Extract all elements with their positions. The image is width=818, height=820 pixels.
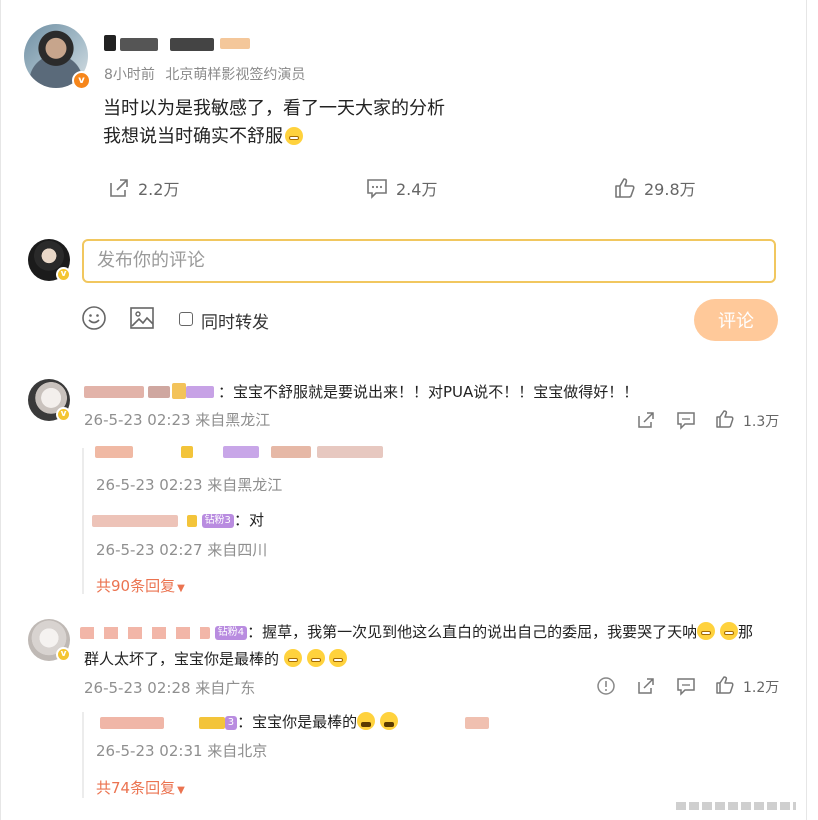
fan-level-badge: 钻粉3	[201, 513, 234, 528]
vip-badge-icon: v	[56, 267, 71, 282]
like-button[interactable]: 29.8万	[614, 176, 696, 200]
reply-text: 3 ：宝宝你是最棒的	[100, 709, 489, 735]
image-icon[interactable]	[129, 305, 155, 331]
vip-badge-icon: v	[56, 407, 71, 422]
post-time: 8小时前	[104, 67, 155, 83]
post-source: 北京萌样影视签约演员	[165, 67, 306, 83]
reply-meta: 26-5-23 02:23 来自黑龙江	[96, 476, 283, 494]
comment-icon	[367, 179, 387, 199]
reply-icon[interactable]	[676, 410, 696, 430]
repost-icon	[110, 179, 128, 197]
laugh-cry-emoji-icon	[719, 622, 738, 640]
view-more-replies-link[interactable]: 共90条回复 ▼	[96, 575, 185, 596]
post-meta: 8小时前 北京萌样影视签约演员	[104, 64, 305, 84]
laugh-cry-emoji-icon	[697, 622, 716, 640]
crying-emoji-icon	[357, 712, 376, 730]
thumbs-up-icon	[615, 178, 635, 198]
reply-meta: 26-5-23 02:31 来自北京	[96, 742, 268, 760]
laugh-cry-emoji-icon	[306, 649, 325, 667]
report-icon[interactable]	[596, 676, 616, 696]
verified-badge-icon: v	[72, 71, 91, 90]
share-icon[interactable]	[636, 410, 656, 430]
caret-down-icon: ▼	[177, 583, 185, 594]
comment-meta: 26-5-23 02:23 来自黑龙江	[84, 411, 271, 429]
caret-down-icon: ▼	[177, 785, 185, 796]
vip-badge-icon: v	[56, 647, 71, 662]
reply-icon[interactable]	[676, 676, 696, 696]
laugh-cry-emoji-icon	[329, 649, 348, 667]
reply-thread-line	[82, 448, 84, 594]
thumbs-up-icon[interactable]	[715, 409, 735, 429]
grin-emoji-icon	[285, 127, 303, 145]
like-count: 29.8万	[644, 180, 696, 199]
repost-checkbox[interactable]	[179, 312, 193, 326]
commenter-name[interactable]	[84, 383, 216, 401]
comment-button[interactable]: 2.4万	[366, 176, 437, 200]
comment-text-line2: 群人太坏了，宝宝你是最棒的	[84, 646, 348, 672]
comment-meta: 26-5-23 02:28 来自广东	[84, 679, 256, 697]
thumbs-up-icon[interactable]	[715, 675, 735, 695]
post-line-2: 我想说当时确实不舒服	[103, 123, 445, 151]
emoji-icon[interactable]	[81, 305, 107, 331]
view-more-replies-link[interactable]: 共74条回复 ▼	[96, 777, 185, 798]
comment-count: 2.4万	[396, 180, 438, 199]
reply-author-name[interactable]	[95, 444, 385, 460]
reply-author-name[interactable]	[100, 716, 164, 729]
reply-author-name[interactable]	[92, 514, 178, 527]
commenter-name[interactable]	[80, 626, 210, 639]
comment-like-count: 1.2万	[743, 680, 780, 696]
repost-button[interactable]: 2.2万	[108, 176, 179, 200]
reply-text: 钻粉3 ：对	[92, 507, 264, 533]
comment-input[interactable]: 发布你的评论	[82, 239, 776, 283]
post-body: 当时以为是我敏感了，看了一天大家的分析 我想说当时确实不舒服	[103, 95, 445, 151]
comment-text: ：宝宝不舒服就是要说出来！！对PUA说不！！宝宝做得好！！	[218, 383, 639, 401]
post-line-1: 当时以为是我敏感了，看了一天大家的分析	[103, 98, 445, 119]
reply-meta: 26-5-23 02:27 来自四川	[96, 541, 268, 559]
comment-text: 钻粉4 ：握草，我第一次见到他这么直白的说出自己的委屈，我要哭了天呐 那	[80, 619, 753, 645]
fan-level-badge: 3	[224, 715, 238, 730]
crying-emoji-icon	[379, 712, 398, 730]
repost-count: 2.2万	[138, 180, 180, 199]
submit-comment-button[interactable]: 评论	[694, 299, 778, 341]
post-author-name[interactable]	[104, 33, 250, 53]
share-icon[interactable]	[636, 676, 656, 696]
watermark-blur	[676, 798, 796, 812]
repost-checkbox-label: 同时转发	[201, 313, 269, 333]
laugh-cry-emoji-icon	[283, 649, 302, 667]
reply-thread-line	[82, 712, 84, 798]
comment-like-count: 1.3万	[743, 414, 780, 430]
fan-level-badge: 钻粉4	[214, 625, 248, 640]
